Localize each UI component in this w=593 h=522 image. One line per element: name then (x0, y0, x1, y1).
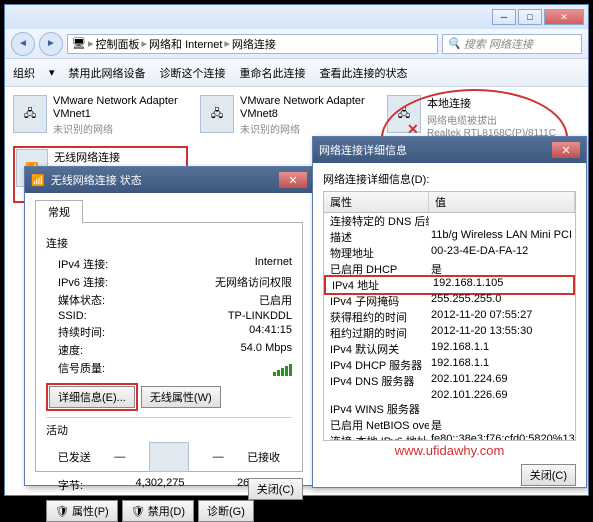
breadcrumb[interactable]: 🖥 ▸ 控制面板 ▸ 网络和 Internet ▸ 网络连接 (67, 34, 438, 54)
close-button[interactable]: ✕ (279, 172, 307, 188)
watermark: www.ufidawhy.com (323, 443, 576, 458)
table-row[interactable]: 租约过期的时间2012-11-20 13:55:30 (324, 325, 575, 341)
table-row[interactable]: 已启用 DHCP是 (324, 261, 575, 277)
details-button[interactable]: 详细信息(E)... (49, 386, 135, 408)
activity-icon (149, 442, 189, 472)
toolbar-disable[interactable]: 禁用此网络设备 (69, 65, 146, 81)
toolbar-rename[interactable]: 重命名此连接 (240, 65, 306, 81)
breadcrumb-item[interactable]: 控制面板 (96, 36, 140, 52)
table-row[interactable]: IPv4 默认网关192.168.1.1 (324, 341, 575, 357)
table-row[interactable]: 获得租约的时间2012-11-20 07:55:27 (324, 309, 575, 325)
search-icon: 🔍 (447, 37, 461, 50)
details-table: 属性 值 连接特定的 DNS 后缀描述11b/g Wireless LAN Mi… (323, 191, 576, 441)
close-button[interactable]: ✕ (552, 142, 580, 158)
search-input[interactable]: 🔍 搜索 网络连接 (442, 34, 582, 54)
table-row[interactable]: 描述11b/g Wireless LAN Mini PCI Ex (324, 229, 575, 245)
disconnected-icon: ✕ (407, 121, 419, 138)
adapter-item[interactable]: 🖧 VMware Network Adapter VMnet1 未识别的网络 (13, 95, 188, 136)
maximize-button[interactable]: □ (518, 9, 542, 25)
toolbar-diagnose[interactable]: 诊断这个连接 (160, 65, 226, 81)
navbar: ◄ ► 🖥 ▸ 控制面板 ▸ 网络和 Internet ▸ 网络连接 🔍 搜索 … (5, 29, 588, 59)
minimize-button[interactable]: ─ (492, 9, 516, 25)
dialog-titlebar: 📶 无线网络连接 状态 ✕ (25, 167, 313, 193)
adapter-icon: 🖧 (200, 95, 234, 133)
titlebar: ─ □ ✕ (5, 5, 588, 29)
properties-button[interactable]: 🛡 属性(P) (46, 500, 118, 522)
close-button[interactable]: 关闭(C) (521, 464, 576, 486)
table-row[interactable]: IPv4 DHCP 服务器192.168.1.1 (324, 357, 575, 373)
close-button[interactable]: 关闭(C) (248, 478, 303, 500)
wireless-props-button[interactable]: 无线属性(W) (141, 386, 221, 408)
table-row[interactable]: IPv4 DNS 服务器202.101.224.69 (324, 373, 575, 389)
column-value[interactable]: 值 (429, 192, 575, 212)
home-icon: 🖥 (72, 37, 86, 50)
adapter-icon: 🖧 (13, 95, 47, 133)
toolbar: 组织▾ 禁用此网络设备 诊断这个连接 重命名此连接 查看此连接的状态 (5, 59, 588, 87)
table-row[interactable]: 连接-本地 IPv6 地址fe80::38e3:f76:cfd0:5820%13 (324, 433, 575, 441)
close-button[interactable]: ✕ (544, 9, 584, 25)
table-row[interactable]: IPv4 WINS 服务器 (324, 401, 575, 417)
toolbar-organize[interactable]: 组织 (13, 65, 35, 81)
breadcrumb-item[interactable]: 网络连接 (232, 36, 276, 52)
table-row[interactable]: IPv4 子网掩码255.255.255.0 (324, 293, 575, 309)
table-row[interactable]: 202.101.226.69 (324, 389, 575, 401)
toolbar-status[interactable]: 查看此连接的状态 (320, 65, 408, 81)
status-dialog: 📶 无线网络连接 状态 ✕ 常规 连接 IPv4 连接:Internet IPv… (24, 166, 314, 486)
table-row[interactable]: 已启用 NetBIOS ove...是 (324, 417, 575, 433)
forward-button[interactable]: ► (39, 32, 63, 56)
signal-icon: 📶 (31, 174, 45, 187)
column-property[interactable]: 属性 (324, 192, 429, 212)
back-button[interactable]: ◄ (11, 32, 35, 56)
diagnose-button[interactable]: 诊断(G) (198, 500, 254, 522)
signal-bars-icon (273, 360, 292, 376)
table-row[interactable]: 物理地址00-23-4E-DA-FA-12 (324, 245, 575, 261)
table-row[interactable]: IPv4 地址192.168.1.105 (324, 275, 575, 295)
dialog-titlebar: 网络连接详细信息 ✕ (313, 137, 586, 163)
tab-general[interactable]: 常规 (35, 200, 83, 223)
details-dialog: 网络连接详细信息 ✕ 网络连接详细信息(D): 属性 值 连接特定的 DNS 后… (312, 136, 587, 488)
disable-button[interactable]: 🛡 禁用(D) (122, 500, 194, 522)
table-row[interactable]: 连接特定的 DNS 后缀 (324, 213, 575, 229)
breadcrumb-item[interactable]: 网络和 Internet (149, 36, 222, 52)
